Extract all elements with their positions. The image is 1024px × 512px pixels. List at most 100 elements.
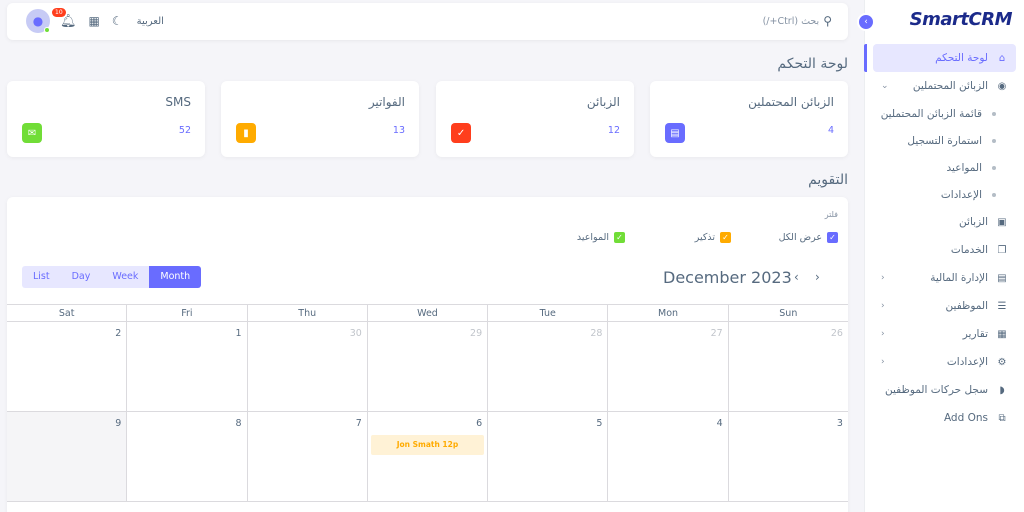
day-number: 28 xyxy=(590,328,603,339)
sidebar-item-label: قائمة الزبائن المحتملين xyxy=(880,107,982,120)
employees-icon: ☰ xyxy=(997,300,1007,312)
sidebar-item-services[interactable]: ❐ الخدمات xyxy=(873,236,1016,264)
notifications-button[interactable]: 🔔︎ 10 xyxy=(52,7,77,29)
home-icon: ⌂ xyxy=(998,52,1006,64)
stat-card-value: 12 xyxy=(607,125,620,136)
navbar-actions: ● 🔔︎ 10 ▦ ☾ العربية xyxy=(26,7,164,33)
user-circle-icon: ◉ xyxy=(997,80,1007,92)
calendar-grid: Sat Fri Thu Wed Tue Mon Sun 2 1 30 29 28… xyxy=(7,304,848,502)
view-day-button[interactable]: Day xyxy=(60,266,102,288)
sidebar-item-addons[interactable]: ⧉ Add Ons xyxy=(873,404,1016,432)
calendar-day-cell[interactable]: 1 xyxy=(126,322,246,411)
stat-card-value: 52 xyxy=(178,125,191,136)
stat-card-title: الفواتير xyxy=(368,95,405,109)
sidebar-subitem-leads-list[interactable]: قائمة الزبائن المحتملين xyxy=(873,100,1016,127)
stat-card-value: 13 xyxy=(392,125,405,136)
calendar-day-cell[interactable]: 28 xyxy=(487,322,607,411)
logo[interactable]: SmartCRM xyxy=(910,9,1013,30)
sms-card-icon: ✉ xyxy=(22,123,42,143)
weekday-header: Sat Fri Thu Wed Tue Mon Sun xyxy=(7,304,848,322)
sidebar-item-label: سجل حركات الموظفين xyxy=(884,384,988,396)
sidebar-item-label: لوحة التحكم xyxy=(935,52,988,64)
log-icon: ◗ xyxy=(999,384,1005,396)
sidebar-item-dashboard[interactable]: ⌂ لوحة التحكم xyxy=(873,44,1016,72)
sidebar-item-employees[interactable]: ☰ الموظفين ‹ xyxy=(873,292,1016,320)
calendar-day-cell-today[interactable]: 9 xyxy=(7,412,127,501)
day-number: 30 xyxy=(349,328,362,339)
sidebar-item-reports[interactable]: ▦ تقارير ‹ xyxy=(873,320,1016,348)
calendar-event[interactable]: Jon Smath 12p xyxy=(370,435,485,455)
day-number: 2 xyxy=(115,328,122,339)
apps-grid-icon[interactable]: ▦ xyxy=(89,14,100,28)
calendar-day-cell[interactable]: 29 xyxy=(366,322,487,411)
view-list-button[interactable]: List xyxy=(22,266,61,288)
stat-card-title: الزبائن المحتملين xyxy=(748,95,834,109)
calendar-day-cell[interactable]: 8 xyxy=(126,412,246,501)
weekday-label: Tue xyxy=(487,305,607,321)
calendar-day-cell[interactable]: 30 xyxy=(246,322,367,411)
stat-card-invoices[interactable]: الفواتير 13 ▮ xyxy=(221,81,419,157)
calendar-day-cell[interactable]: 5 xyxy=(487,412,607,501)
sidebar-subitem-lead-settings[interactable]: الإعدادات xyxy=(873,181,1016,208)
customer-card-icon: ✓ xyxy=(451,123,471,143)
avatar[interactable]: ● xyxy=(26,9,50,33)
calendar-day-cell[interactable]: 3 xyxy=(727,412,848,501)
calendar-week-row: 2 1 30 29 28 27 26 xyxy=(7,322,848,412)
search-box[interactable]: ⚲ بحث (Ctrl+/) xyxy=(763,14,832,28)
stat-cards: الزبائن المحتملين 4 ▤ الزبائن 12 ✓ الفوا… xyxy=(7,81,848,157)
calendar-day-cell[interactable]: 6 Jon Smath 12p xyxy=(366,412,487,501)
sidebar-collapse-button[interactable]: › xyxy=(857,13,875,31)
sidebar-item-settings[interactable]: ⚙ الإعدادات ‹ xyxy=(873,348,1016,376)
filter-appointments[interactable]: ✓ المواعيد xyxy=(577,232,625,243)
settings-icon: ⚙ xyxy=(997,356,1007,368)
day-number: 3 xyxy=(836,418,843,429)
month-title: December 2023 xyxy=(663,268,792,287)
sidebar-subitem-registration-form[interactable]: استمارة التسجيل xyxy=(873,127,1016,154)
bullet-icon xyxy=(992,192,996,197)
calendar-day-cell[interactable]: 26 xyxy=(727,322,848,411)
language-switcher[interactable]: العربية xyxy=(137,16,164,27)
stat-card-customers[interactable]: الزبائن 12 ✓ xyxy=(436,81,634,157)
chevron-down-icon: ⌄ xyxy=(881,81,889,91)
calendar-day-cell[interactable]: 2 xyxy=(7,322,126,411)
stat-card-value: 4 xyxy=(827,125,834,136)
contacts-icon: ▣ xyxy=(997,216,1007,228)
filter-label: فلتر xyxy=(824,210,838,219)
view-switcher: List Day Week Month xyxy=(22,266,202,288)
calendar-title: التقويم xyxy=(808,172,848,188)
calendar-day-cell[interactable]: 27 xyxy=(607,322,727,411)
sidebar-subitem-appointments[interactable]: المواعيد xyxy=(873,154,1016,181)
notification-badge: 10 xyxy=(52,7,66,17)
calendar-day-cell[interactable]: 4 xyxy=(607,412,727,501)
filter-option-label: تذكير xyxy=(694,232,715,243)
weekday-label: Thu xyxy=(246,305,367,321)
prev-month-button[interactable]: ‹ xyxy=(794,270,799,284)
sidebar-item-finance[interactable]: ▤ الإدارة المالية ‹ xyxy=(873,264,1016,292)
checkbox-checked-icon: ✓ xyxy=(614,232,625,243)
lead-card-icon: ▤ xyxy=(665,123,685,143)
sidebar-item-label: الإعدادات xyxy=(940,188,982,201)
sidebar-item-leads[interactable]: ◉ الزبائن المحتملين ⌄ xyxy=(873,72,1016,100)
dark-mode-icon[interactable]: ☾ xyxy=(112,14,123,28)
next-month-button[interactable]: › xyxy=(815,270,820,284)
sidebar-item-label: الإدارة المالية xyxy=(930,272,988,284)
sidebar-item-customers[interactable]: ▣ الزبائن xyxy=(873,208,1016,236)
filter-reminder[interactable]: ✓ تذكير xyxy=(695,232,731,243)
view-week-button[interactable]: Week xyxy=(101,266,150,288)
sidebar-menu: ⌂ لوحة التحكم ◉ الزبائن المحتملين ⌄ قائم… xyxy=(873,44,1016,432)
filter-view-all[interactable]: ✓ عرض الكل xyxy=(779,232,838,243)
sidebar-item-label: استمارة التسجيل xyxy=(907,134,982,147)
report-icon: ▦ xyxy=(997,328,1007,340)
top-navbar: ⚲ بحث (Ctrl+/) ● 🔔︎ 10 ▦ ☾ العربية xyxy=(7,3,848,40)
stat-card-sms[interactable]: SMS 52 ✉ xyxy=(7,81,205,157)
calendar-day-cell[interactable]: 7 xyxy=(246,412,367,501)
sidebar-item-employee-log[interactable]: ◗ سجل حركات الموظفين xyxy=(873,376,1016,404)
stat-card-leads[interactable]: الزبائن المحتملين 4 ▤ xyxy=(650,81,848,157)
day-number: 4 xyxy=(716,418,723,429)
day-number: 1 xyxy=(235,328,242,339)
online-status-icon xyxy=(44,27,50,33)
day-number: 5 xyxy=(596,418,603,429)
bullet-icon xyxy=(992,165,996,170)
view-month-button[interactable]: Month xyxy=(149,266,202,288)
weekday-label: Sun xyxy=(727,305,848,321)
